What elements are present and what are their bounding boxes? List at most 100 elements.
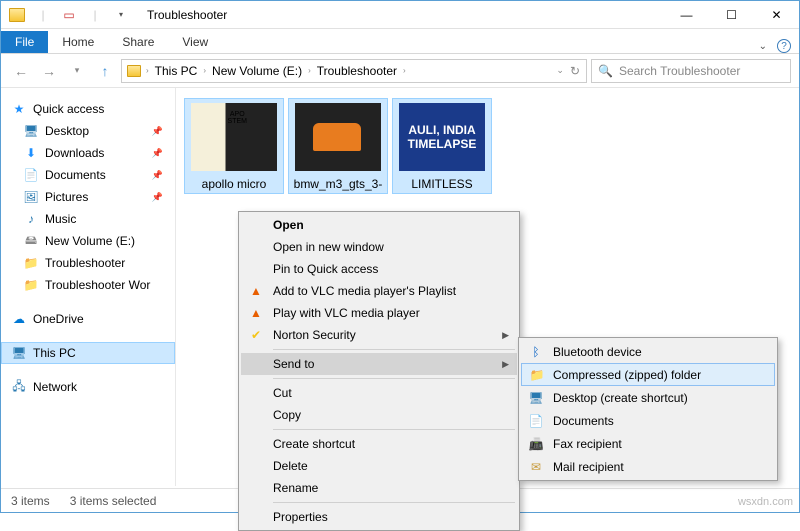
file-list: apollo micro bmw_m3_gts_3- AULI, INDIA T… (184, 98, 791, 194)
music-icon: ♪ (23, 211, 39, 227)
menu-label: Open (273, 218, 304, 232)
tab-share[interactable]: Share (108, 31, 168, 53)
tab-view[interactable]: View (168, 31, 222, 53)
status-selected-count: 3 items selected (70, 494, 157, 508)
menu-label: Fax recipient (553, 437, 622, 451)
desktop-icon: 🖥 (527, 389, 545, 407)
downloads-icon: ⬇ (23, 145, 39, 161)
sendto-bluetooth[interactable]: ᛒBluetooth device (521, 340, 775, 363)
thumbnail (295, 103, 381, 171)
sidebar-item-troubleshooter-wor[interactable]: 📁Troubleshooter Wor (1, 274, 175, 296)
window-title: Troubleshooter (147, 8, 227, 22)
recent-dropdown[interactable]: ▾ (65, 59, 89, 83)
menu-send-to[interactable]: Send to▶ (241, 353, 517, 375)
menu-vlc-play[interactable]: ▲Play with VLC media player (241, 302, 517, 324)
search-icon: 🔍 (598, 64, 613, 78)
forward-button[interactable]: → (37, 59, 61, 83)
sidebar-network[interactable]: 🖧Network (1, 376, 175, 398)
search-input[interactable]: 🔍 Search Troubleshooter (591, 59, 791, 83)
menu-label: Properties (273, 510, 328, 524)
properties-icon[interactable]: ▭ (57, 4, 81, 26)
ribbon-collapse-icon[interactable]: ⌄ (759, 41, 767, 52)
dropdown-icon[interactable]: ⌄ (556, 65, 564, 76)
menu-open[interactable]: Open (241, 214, 517, 236)
onedrive-icon: ☁ (11, 311, 27, 327)
qat-dropdown-icon[interactable]: ▾ (109, 4, 133, 26)
menu-label: Send to (273, 357, 314, 371)
tab-home[interactable]: Home (48, 31, 108, 53)
sidebar-onedrive[interactable]: ☁ OneDrive (1, 308, 175, 330)
sidebar-label: Quick access (33, 102, 104, 116)
breadcrumb-sep: › (308, 66, 311, 75)
address-bar[interactable]: › This PC › New Volume (E:) › Troublesho… (121, 59, 587, 83)
menu-properties[interactable]: Properties (241, 506, 517, 528)
sidebar-quick-access[interactable]: ★ Quick access (1, 98, 175, 120)
sidebar-item-troubleshooter[interactable]: 📁Troubleshooter (1, 252, 175, 274)
maximize-button[interactable]: ☐ (709, 1, 754, 29)
close-button[interactable]: ✕ (754, 1, 799, 29)
drive-icon: 🖴 (23, 233, 39, 249)
menu-label: Create shortcut (273, 437, 355, 451)
sidebar-label: Network (33, 380, 77, 394)
sidebar-item-pictures[interactable]: 🖼Pictures📌 (1, 186, 175, 208)
sidebar-item-documents[interactable]: 📄Documents📌 (1, 164, 175, 186)
menu-label: Copy (273, 408, 301, 422)
desktop-icon: 🖥 (23, 123, 39, 139)
watermark: wsxdn.com (738, 496, 793, 508)
qat-sep2: | (83, 4, 107, 26)
sendto-compressed-folder[interactable]: 📁Compressed (zipped) folder (521, 363, 775, 386)
menu-separator (273, 502, 515, 503)
documents-icon: 📄 (527, 412, 545, 430)
refresh-icon[interactable]: ↻ (570, 64, 580, 78)
sidebar-this-pc[interactable]: 🖥This PC (1, 342, 175, 364)
sidebar-item-music[interactable]: ♪Music (1, 208, 175, 230)
breadcrumb[interactable]: This PC (153, 64, 200, 78)
menu-label: Rename (273, 481, 318, 495)
star-icon: ★ (11, 101, 27, 117)
folder-icon[interactable] (5, 4, 29, 26)
sidebar-item-drive[interactable]: 🖴New Volume (E:) (1, 230, 175, 252)
sendto-desktop[interactable]: 🖥 Desktop (create shortcut) (521, 386, 775, 409)
up-button[interactable]: ↑ (93, 59, 117, 83)
pin-icon: 📌 (152, 192, 163, 203)
ribbon-tabs: File Home Share View ⌄ ? (1, 29, 799, 54)
file-item[interactable]: apollo micro (184, 98, 284, 194)
sidebar-label: Downloads (45, 146, 104, 160)
sendto-mail[interactable]: ✉Mail recipient (521, 455, 775, 478)
menu-create-shortcut[interactable]: Create shortcut (241, 433, 517, 455)
nav-bar: ← → ▾ ↑ › This PC › New Volume (E:) › Tr… (1, 54, 799, 88)
thumbnail (191, 103, 277, 171)
menu-pin-quick-access[interactable]: Pin to Quick access (241, 258, 517, 280)
menu-label: Desktop (create shortcut) (553, 391, 688, 405)
norton-icon: ✔ (247, 326, 265, 344)
file-name: bmw_m3_gts_3- (291, 177, 385, 191)
menu-rename[interactable]: Rename (241, 477, 517, 499)
menu-label: Cut (273, 386, 292, 400)
help-icon[interactable]: ? (777, 39, 791, 53)
menu-separator (273, 378, 515, 379)
sidebar-item-downloads[interactable]: ⬇Downloads📌 (1, 142, 175, 164)
menu-open-new-window[interactable]: Open in new window (241, 236, 517, 258)
file-name: apollo micro (187, 177, 281, 191)
breadcrumb[interactable]: Troubleshooter (315, 64, 399, 78)
file-item[interactable]: AULI, INDIA TIMELAPSE LIMITLESS (392, 98, 492, 194)
sidebar-item-desktop[interactable]: 🖥Desktop📌 (1, 120, 175, 142)
menu-vlc-playlist[interactable]: ▲Add to VLC media player's Playlist (241, 280, 517, 302)
menu-norton[interactable]: ✔Norton Security▶ (241, 324, 517, 346)
menu-label: Compressed (zipped) folder (553, 368, 701, 382)
sendto-documents[interactable]: 📄Documents (521, 409, 775, 432)
menu-cut[interactable]: Cut (241, 382, 517, 404)
menu-delete[interactable]: Delete (241, 455, 517, 477)
back-button[interactable]: ← (9, 59, 33, 83)
breadcrumb[interactable]: New Volume (E:) (210, 64, 304, 78)
sendto-fax[interactable]: 📠Fax recipient (521, 432, 775, 455)
context-menu: Open Open in new window Pin to Quick acc… (238, 211, 520, 531)
menu-copy[interactable]: Copy (241, 404, 517, 426)
sidebar-label: Pictures (45, 190, 88, 204)
file-item[interactable]: bmw_m3_gts_3- (288, 98, 388, 194)
folder-icon: 📁 (23, 277, 39, 293)
bluetooth-icon: ᛒ (527, 343, 545, 361)
sidebar-label: OneDrive (33, 312, 84, 326)
tab-file[interactable]: File (1, 31, 48, 53)
minimize-button[interactable]: — (664, 1, 709, 29)
